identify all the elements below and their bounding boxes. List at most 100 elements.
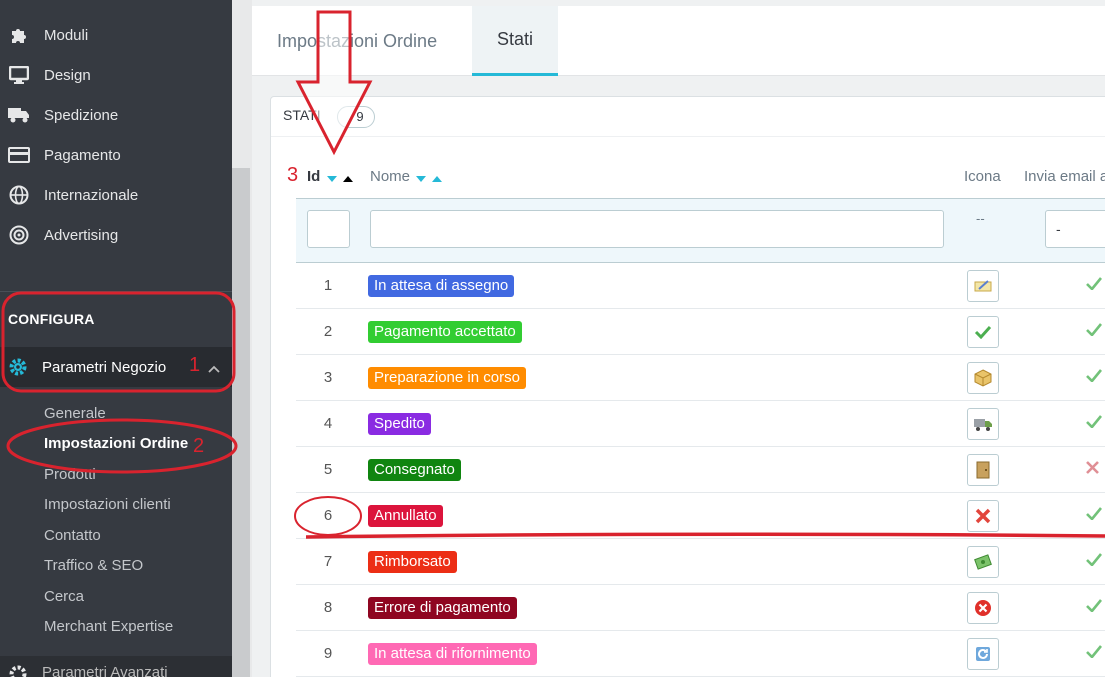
sidebar-section-title: CONFIGURA [8, 311, 95, 327]
row-id: 9 [323, 645, 333, 662]
table-row[interactable]: 5 Consegnato [296, 447, 1105, 493]
monitor-icon [8, 64, 30, 86]
panel-title: STATI [283, 107, 321, 123]
sidebar-item-label: Pagamento [44, 146, 121, 164]
sidebar: Moduli Design Spedizione Pagamento Inter… [0, 0, 232, 677]
status-label: Pagamento accettato [368, 321, 522, 343]
check-icon [1086, 415, 1103, 433]
submenu-traffico-seo[interactable]: Traffico & SEO [44, 557, 143, 574]
column-header-icona: Icona [964, 168, 1001, 185]
check-icon [1086, 553, 1103, 571]
credit-card-icon [8, 144, 30, 166]
submenu-impostazioni-ordine[interactable]: Impostazioni Ordine [44, 435, 188, 452]
tab-impostazioni-ordine[interactable]: Impostazioni Ordine [277, 6, 437, 76]
error-icon [967, 592, 999, 624]
submenu-prodotti[interactable]: Prodotti [44, 466, 96, 483]
sidebar-item-moduli[interactable]: Moduli [0, 15, 232, 55]
status-label: Preparazione in corso [368, 367, 526, 389]
row-id: 2 [323, 323, 333, 340]
status-label: In attesa di rifornimento [368, 643, 537, 665]
sidebar-item-advertising[interactable]: Advertising [0, 215, 232, 255]
check-icon [1086, 507, 1103, 525]
chevron-up-icon [208, 360, 220, 377]
filter-id-input[interactable] [307, 210, 350, 248]
status-label: In attesa di assegno [368, 275, 515, 297]
annotation-number-3: 3 [287, 164, 299, 186]
gear-icon [8, 357, 28, 377]
sort-desc-icon[interactable] [416, 169, 427, 186]
gear-icon [8, 664, 28, 677]
sidebar-divider [0, 291, 232, 292]
column-header-label: Nome [370, 168, 411, 185]
truck-icon [967, 408, 999, 440]
column-header-id[interactable]: Id [307, 168, 353, 186]
table-row[interactable]: 3 Preparazione in corso [296, 355, 1105, 401]
sidebar-item-pagamento[interactable]: Pagamento [0, 135, 232, 175]
sidebar-item-label: Advertising [44, 226, 119, 244]
table-row[interactable]: 4 Spedito [296, 401, 1105, 447]
check-icon [1086, 277, 1103, 295]
table-row[interactable]: 9 In attesa di rifornimento [296, 631, 1105, 677]
filter-row: -- - [296, 198, 1105, 263]
scrollbar-thumb[interactable] [232, 168, 250, 677]
filter-email-select[interactable]: - [1045, 210, 1105, 248]
puzzle-icon [8, 24, 30, 46]
row-id: 4 [323, 415, 333, 432]
count-badge: 9 [337, 106, 375, 128]
row-id: 6 [323, 507, 333, 524]
status-label: Annullato [368, 505, 443, 527]
table-row[interactable]: 8 Errore di pagamento [296, 585, 1105, 631]
sidebar-item-label: Parametri Avanzati [42, 664, 168, 677]
sort-asc-icon[interactable] [342, 169, 353, 186]
submenu-contatto[interactable]: Contatto [44, 527, 101, 544]
truck-icon [8, 104, 30, 126]
table-row[interactable]: 1 In attesa di assegno [296, 263, 1105, 309]
status-label: Spedito [368, 413, 431, 435]
refresh-icon [967, 638, 999, 670]
row-id: 3 [323, 369, 333, 386]
row-id: 8 [323, 599, 333, 616]
status-label: Errore di pagamento [368, 597, 517, 619]
submenu-impostazioni-clienti[interactable]: Impostazioni clienti [44, 496, 171, 513]
package-icon [967, 362, 999, 394]
submenu-merchant-expertise[interactable]: Merchant Expertise [44, 618, 173, 635]
sidebar-item-spedizione[interactable]: Spedizione [0, 95, 232, 135]
submenu-cerca[interactable]: Cerca [44, 588, 84, 605]
table-row[interactable]: 2 Pagamento accettato [296, 309, 1105, 355]
submenu-generale[interactable]: Generale [44, 405, 106, 422]
sidebar-item-label: Parametri Negozio [42, 358, 167, 376]
sidebar-item-parametri-avanzati[interactable]: Parametri Avanzati [0, 656, 232, 677]
check-icon [967, 316, 999, 348]
cross-icon [1086, 461, 1099, 479]
sidebar-item-label: Moduli [44, 26, 89, 44]
panel-header: STATI 9 [271, 97, 1105, 137]
table-row[interactable]: 7 Rimborsato [296, 539, 1105, 585]
filter-name-input[interactable] [370, 210, 944, 248]
sidebar-item-internazionale[interactable]: Internazionale [0, 175, 232, 215]
column-header-email: Invia email a [1024, 168, 1105, 185]
door-icon [967, 454, 999, 486]
sidebar-item-label: Internazionale [44, 186, 139, 204]
sort-asc-icon[interactable] [432, 169, 443, 186]
row-id: 5 [323, 461, 333, 478]
table-row[interactable]: 6 Annullato [296, 493, 1105, 539]
tab-bar: Impostazioni Ordine Stati [252, 6, 1105, 76]
cheque-icon [967, 270, 999, 302]
row-id: 1 [323, 277, 333, 294]
filter-icon-placeholder: -- [976, 211, 985, 226]
tab-stati[interactable]: Stati [472, 6, 558, 76]
target-icon [8, 224, 30, 246]
sort-desc-icon[interactable] [326, 169, 337, 186]
check-icon [1086, 599, 1103, 617]
globe-icon [8, 184, 30, 206]
money-icon [967, 546, 999, 578]
column-header-label: Id [307, 168, 321, 185]
column-header-nome[interactable]: Nome [370, 168, 443, 186]
annotation-number-1: 1 [189, 354, 201, 376]
status-label: Consegnato [368, 459, 461, 481]
check-icon [1086, 369, 1103, 387]
sidebar-item-design[interactable]: Design [0, 55, 232, 95]
cross-icon [967, 500, 999, 532]
sidebar-item-label: Spedizione [44, 106, 119, 124]
row-id: 7 [323, 553, 333, 570]
